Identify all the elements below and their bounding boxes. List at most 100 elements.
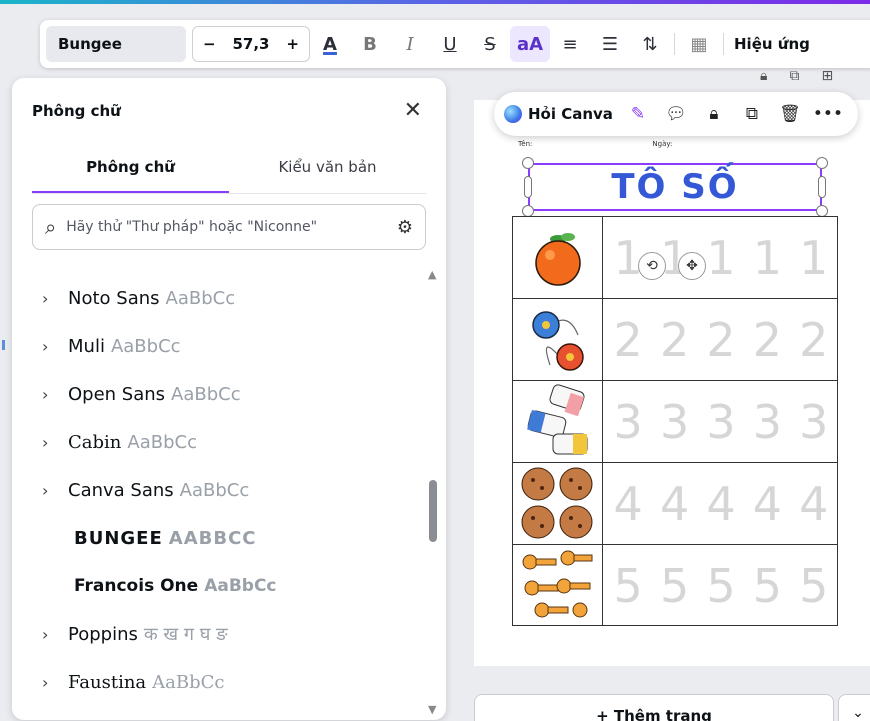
add-page-options-button[interactable]: ⌄ — [838, 694, 870, 721]
scroll-up-icon[interactable]: ▲ — [428, 268, 436, 281]
list-icon[interactable]: ☰ — [590, 26, 630, 62]
transparency-icon[interactable]: ▦ — [679, 26, 719, 62]
strikethrough-button[interactable]: S — [470, 26, 510, 62]
text-toolbar: Bungee − 57,3 + A B I U S aA ≡ ☰ ⇅ ▦ Hiệ… — [40, 20, 870, 68]
chevron-right-icon[interactable]: › — [32, 433, 68, 452]
duplicate-icon[interactable]: ⧉ — [789, 68, 799, 84]
font-item-open-sans[interactable]: › Open Sans AaBbCc — [32, 370, 422, 418]
table-row: 5 5 5 5 5 — [513, 545, 837, 627]
bold-button[interactable]: B — [350, 26, 390, 62]
canva-editor: Bungee − 57,3 + A B I U S aA ≡ ☰ ⇅ ▦ Hiệ… — [0, 0, 870, 721]
toolbar-divider — [723, 33, 724, 55]
font-item-francois-one[interactable]: Francois One AaBbCc — [32, 562, 422, 610]
font-item-muli[interactable]: › Muli AaBbCc — [32, 322, 422, 370]
trace-digit: 3 — [799, 394, 829, 449]
spacing-icon[interactable]: ⇅ — [630, 26, 670, 62]
resize-handle[interactable] — [816, 157, 828, 169]
ask-canva-label: Hỏi Canva — [528, 105, 613, 123]
underline-button[interactable]: U — [430, 26, 470, 62]
side-handle[interactable] — [524, 176, 532, 198]
chevron-right-icon[interactable]: › — [32, 289, 68, 308]
font-name: Canva Sans — [68, 479, 174, 501]
font-name: Poppins — [68, 623, 138, 645]
trace-digit: 5 — [752, 558, 782, 613]
name-label: Tên: — [518, 140, 533, 148]
font-item-bungee[interactable]: BUNGEE AABBCC — [32, 514, 422, 562]
font-item-noto-sans[interactable]: › Noto Sans AaBbCc — [32, 274, 422, 322]
letter-case-button[interactable]: aA — [510, 26, 550, 62]
digit-trace-row: 5 5 5 5 5 — [605, 545, 837, 626]
align-icon[interactable]: ≡ — [550, 26, 590, 62]
magic-edit-icon[interactable]: ✎ — [621, 104, 655, 124]
rotate-icon[interactable]: ⟲ — [638, 252, 666, 280]
font-size-value[interactable]: 57,3 — [232, 35, 269, 53]
add-page-button[interactable]: + Thêm trang — [474, 694, 834, 721]
font-list: › Noto Sans AaBbCc › Muli AaBbCc › Open … — [32, 274, 422, 706]
font-family-dropdown[interactable]: Bungee — [46, 26, 186, 62]
chevron-right-icon[interactable]: › — [32, 625, 68, 644]
font-name: Cabin — [68, 431, 122, 453]
ask-canva-button[interactable]: Hỏi Canva — [504, 105, 613, 123]
text-color-button[interactable]: A — [310, 26, 350, 62]
font-item-cabin[interactable]: › Cabin AaBbCc — [32, 418, 422, 466]
trace-digit: 2 — [799, 312, 829, 367]
trace-digit: 3 — [659, 394, 690, 449]
font-sample: AaBbCc — [110, 335, 181, 357]
font-item-faustina[interactable]: › Faustina AaBbCc — [32, 658, 422, 706]
tab-text-styles[interactable]: Kiểu văn bản — [229, 156, 426, 193]
font-item-poppins[interactable]: › Poppins क ख ग घ ङ — [32, 610, 422, 658]
effects-button[interactable]: Hiệu ứng — [728, 35, 810, 53]
lock-icon[interactable]: 🔒︎ — [697, 104, 731, 124]
decrease-size-button[interactable]: − — [203, 35, 216, 53]
tab-fonts[interactable]: Phông chữ — [32, 156, 229, 193]
digit-trace-row: 3 3 3 3 3 — [605, 381, 837, 462]
trace-digit: 4 — [613, 476, 643, 531]
page-actions: 🔒︎ ⧉ ⊞ — [760, 68, 833, 84]
chevron-right-icon[interactable]: › — [32, 337, 68, 356]
font-name: BUNGEE — [74, 527, 163, 549]
resize-handle[interactable] — [522, 157, 534, 169]
scroll-down-icon[interactable]: ▼ — [428, 703, 436, 716]
font-sample: AaBbCc — [127, 431, 197, 453]
trace-digit: 4 — [706, 476, 736, 531]
italic-button[interactable]: I — [390, 26, 430, 62]
filter-icon[interactable]: ⚙︎ — [397, 217, 413, 238]
close-icon[interactable]: ✕ — [404, 98, 422, 123]
toolbar-divider — [674, 33, 675, 55]
font-search-input[interactable]: ⌕ Hãy thử "Thư pháp" hoặc "Niconne" ⚙︎ — [32, 204, 426, 250]
trace-digit: 5 — [706, 558, 736, 613]
font-size-stepper: − 57,3 + — [192, 26, 310, 62]
trace-digit: 3 — [752, 394, 782, 449]
trace-digit: 3 — [613, 394, 643, 449]
font-panel: Phông chữ ✕ Phông chữ Kiểu văn bản ⌕ Hãy… — [12, 78, 446, 720]
worksheet-header-fields: Tên: Ngày: — [518, 140, 838, 148]
chevron-right-icon[interactable]: › — [32, 481, 68, 500]
font-sample: AaBbCc — [152, 671, 225, 693]
comment-icon[interactable]: 💬︎ — [659, 104, 693, 124]
trace-digit: 2 — [659, 312, 690, 367]
font-list-scrollbar[interactable]: ▲ ▼ — [426, 268, 438, 716]
canva-ai-icon — [504, 105, 522, 123]
side-handle[interactable] — [818, 176, 826, 198]
selected-title-textbox[interactable]: TÔ SỐ — [528, 163, 822, 211]
chevron-right-icon[interactable]: › — [32, 385, 68, 404]
table-row: 2 2 2 2 2 — [513, 299, 837, 381]
worksheet-title[interactable]: TÔ SỐ — [611, 167, 738, 207]
duplicate-icon[interactable]: ⧉ — [735, 104, 769, 124]
font-sample: क ख ग घ ङ — [143, 624, 228, 645]
element-controls: ⟲ ✥ — [638, 252, 706, 280]
delete-icon[interactable]: 🗑︎ — [773, 104, 807, 124]
font-sample: AaBbCc — [179, 479, 250, 501]
lock-icon[interactable]: 🔒︎ — [760, 68, 767, 84]
table-row: 3 3 3 3 3 — [513, 381, 837, 463]
trace-digit: 2 — [752, 312, 782, 367]
chevron-right-icon[interactable]: › — [32, 673, 68, 692]
scroll-thumb[interactable] — [429, 480, 437, 542]
panel-title: Phông chữ — [32, 102, 121, 120]
font-sample: AABBCC — [168, 527, 257, 549]
move-icon[interactable]: ✥ — [678, 252, 706, 280]
add-icon[interactable]: ⊞ — [821, 68, 833, 84]
more-options-icon[interactable]: ••• — [811, 104, 845, 124]
increase-size-button[interactable]: + — [286, 35, 299, 53]
font-item-canva-sans[interactable]: › Canva Sans AaBbCc — [32, 466, 422, 514]
